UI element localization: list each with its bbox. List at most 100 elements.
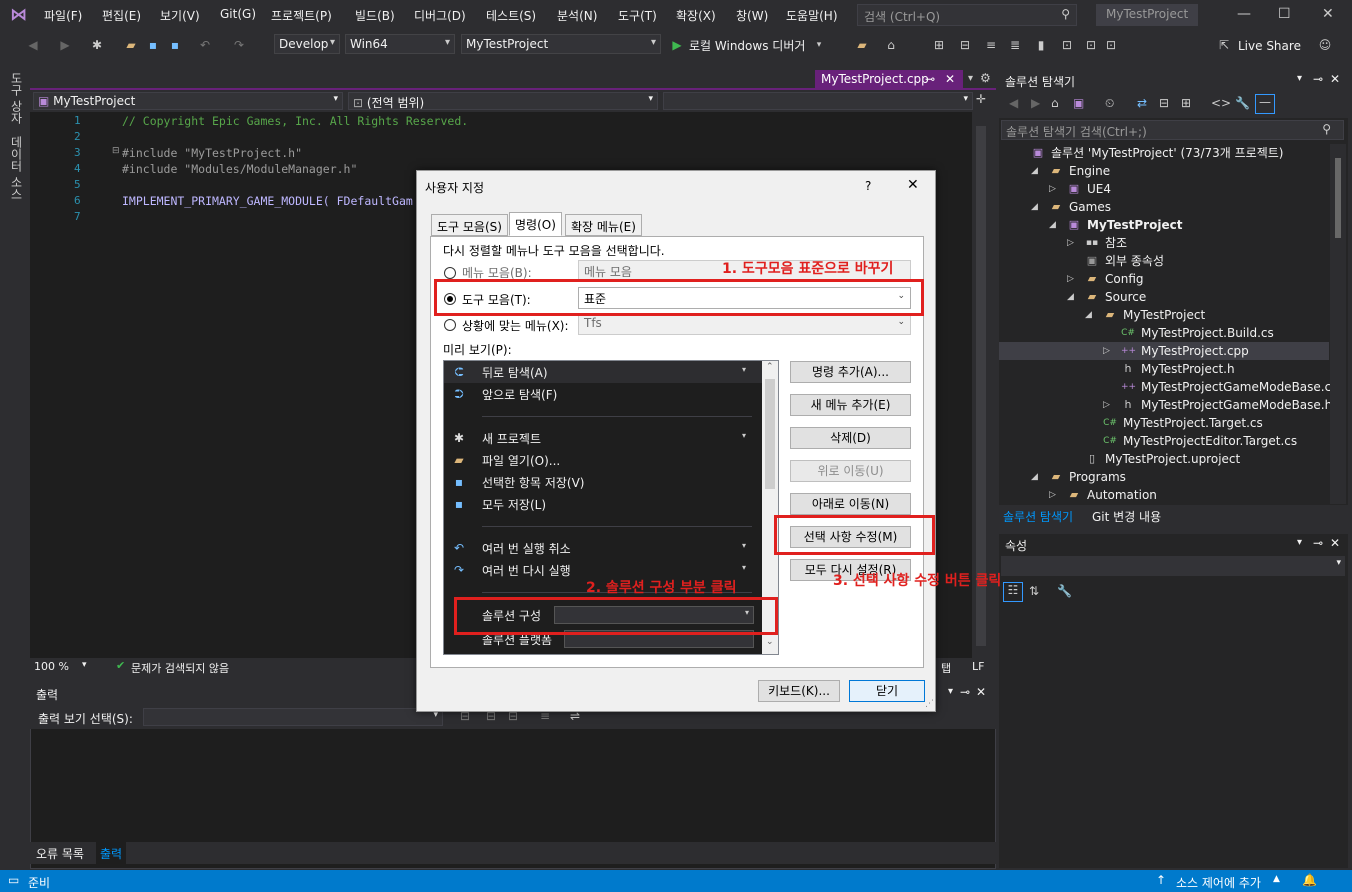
tree-item[interactable]: ◢ ▰ Programs bbox=[999, 468, 1329, 486]
output-source-select[interactable]: ▾ bbox=[143, 708, 443, 726]
expanded-arrow-icon[interactable]: ◢ bbox=[1031, 468, 1041, 486]
new-project-icon[interactable]: ✱ bbox=[90, 38, 104, 52]
tree-item[interactable]: ▷ ▪▪ 참조 bbox=[999, 234, 1329, 252]
tree-item[interactable]: ◢ ▰ Source bbox=[999, 288, 1329, 306]
pin-icon[interactable]: ⊸ bbox=[1313, 536, 1323, 550]
menu-item[interactable]: 파일(F) bbox=[44, 7, 82, 24]
close-dialog-icon[interactable]: ✕ bbox=[907, 177, 919, 193]
platform-select[interactable]: Win64 ▾ bbox=[345, 34, 455, 54]
tree-item[interactable]: ◢ ▰ Games bbox=[999, 198, 1329, 216]
resize-grip-icon[interactable]: ⋰ bbox=[925, 699, 934, 709]
preview-item[interactable]: ▰ 파일 열기(O)... bbox=[444, 449, 762, 471]
split-icon[interactable]: ✛ bbox=[976, 92, 986, 106]
code-line[interactable]: // Copyright Epic Games, Inc. All Rights… bbox=[122, 114, 468, 128]
toolbar-tool-icon[interactable]: ≣ bbox=[1008, 38, 1022, 52]
tree-item[interactable]: C# MyTestProject.Target.cs bbox=[999, 414, 1329, 432]
collapse-icon[interactable]: ⊟ bbox=[112, 146, 120, 156]
expanded-arrow-icon[interactable]: ◢ bbox=[1049, 216, 1059, 234]
move-up-button[interactable]: 위로 이동(U) bbox=[790, 460, 911, 482]
config-select[interactable]: Develop ▾ bbox=[274, 34, 340, 54]
expanded-arrow-icon[interactable]: ◢ bbox=[1031, 162, 1041, 180]
menu-item[interactable]: 보기(V) bbox=[160, 7, 200, 24]
gear-icon[interactable]: ⚙ bbox=[980, 71, 991, 85]
scope-nav-select[interactable]: ⊡ (전역 범위) ▾ bbox=[348, 92, 658, 110]
start-debug-button[interactable]: 로컬 Windows 디버거 bbox=[689, 37, 805, 54]
solution-scrollbar[interactable] bbox=[1330, 144, 1346, 504]
pin-icon[interactable]: ⊸ bbox=[1313, 72, 1323, 86]
menu-bar-radio[interactable] bbox=[444, 267, 456, 279]
notification-bell-icon[interactable]: 🔔 bbox=[1302, 873, 1317, 887]
history-icon[interactable]: ⏲ bbox=[1105, 96, 1114, 111]
switch-views-icon[interactable]: ▣ bbox=[1073, 96, 1084, 110]
save-icon[interactable]: ▪ bbox=[146, 38, 160, 52]
menu-item[interactable]: 프로젝트(P) bbox=[271, 7, 332, 24]
undo-icon[interactable]: ↶ bbox=[198, 38, 212, 52]
collapsed-arrow-icon[interactable]: ▷ bbox=[1049, 180, 1059, 198]
expanded-arrow-icon[interactable]: ◢ bbox=[1067, 288, 1077, 306]
pin-icon[interactable]: ⊸ bbox=[925, 72, 935, 86]
preview-item[interactable]: ⮈ 뒤로 탐색(A) ▾ bbox=[444, 361, 762, 383]
tree-item[interactable]: ◢ ▰ MyTestProject bbox=[999, 306, 1329, 324]
scroll-up-icon[interactable]: ⌃ bbox=[766, 362, 774, 372]
play-icon[interactable]: ▶ bbox=[670, 38, 684, 52]
preview-item[interactable]: ✱ 새 프로젝트 ▾ bbox=[444, 427, 762, 449]
tab-extension-menu[interactable]: 확장 메뉴(E) bbox=[565, 214, 642, 236]
tree-item[interactable]: ▯ MyTestProject.uproject bbox=[999, 450, 1329, 468]
context-menu-select[interactable]: Tfs ⌄ bbox=[578, 313, 911, 335]
collapsed-arrow-icon[interactable]: ▷ bbox=[1049, 486, 1059, 504]
close-button[interactable]: 닫기 bbox=[849, 680, 925, 702]
collapsed-arrow-icon[interactable]: ▷ bbox=[1103, 396, 1113, 414]
tab-commands[interactable]: 명령(O) bbox=[509, 212, 562, 236]
menu-item[interactable]: 도구(T) bbox=[618, 7, 657, 24]
code-view-icon[interactable]: <> bbox=[1211, 96, 1231, 110]
menu-item[interactable]: 디버그(D) bbox=[414, 7, 466, 24]
back-icon[interactable]: ◀ bbox=[1009, 96, 1018, 110]
toolbar-tool-icon[interactable]: ⊡ bbox=[1104, 38, 1118, 52]
move-down-button[interactable]: 아래로 이동(N) bbox=[790, 493, 911, 515]
toolbox-tab[interactable]: 도구 상자 bbox=[8, 72, 25, 124]
tree-item[interactable]: ▷ ++ MyTestProject.cpp bbox=[999, 342, 1329, 360]
menu-item[interactable]: 확장(X) bbox=[676, 7, 716, 24]
toolbar-tool-icon[interactable]: ⊡ bbox=[1060, 38, 1074, 52]
tab-output[interactable]: 출력 bbox=[96, 842, 127, 864]
toolbar-tool-icon[interactable]: ⊡ bbox=[1084, 38, 1098, 52]
close-icon[interactable]: ✕ bbox=[1330, 536, 1340, 550]
feedback-icon[interactable]: ☺ bbox=[1318, 38, 1332, 52]
menu-item[interactable]: 편집(E) bbox=[102, 7, 141, 24]
menu-item[interactable]: 테스트(S) bbox=[486, 7, 536, 24]
tab-dropdown-icon[interactable]: ▾ bbox=[968, 73, 973, 84]
collapsed-arrow-icon[interactable]: ▷ bbox=[1067, 270, 1077, 288]
close-tab-icon[interactable]: ✕ bbox=[945, 72, 955, 86]
project-nav-select[interactable]: ▣ MyTestProject ▾ bbox=[33, 92, 343, 110]
solution-search-input[interactable]: 솔루션 탐색기 검색(Ctrl+;) ⚲ bbox=[1001, 120, 1344, 140]
context-menu-radio[interactable] bbox=[444, 319, 456, 331]
chevron-down-icon[interactable]: ▾ bbox=[948, 686, 953, 697]
open-file-icon[interactable]: ▰ bbox=[124, 38, 138, 52]
zoom-level[interactable]: 100 % bbox=[34, 660, 69, 673]
sync-icon[interactable]: ⇄ bbox=[1137, 96, 1147, 110]
tree-item[interactable]: ▣ 솔루션 'MyTestProject' (73/73개 프로젝트) bbox=[999, 144, 1329, 162]
toolbar-tool-icon[interactable]: ▰ bbox=[855, 38, 869, 52]
line-ending-status[interactable]: LF bbox=[972, 660, 984, 673]
expanded-arrow-icon[interactable]: ◢ bbox=[1031, 198, 1041, 216]
toolbar-tool-icon[interactable]: ⌂ bbox=[884, 38, 898, 52]
live-share-button[interactable]: Live Share bbox=[1238, 39, 1301, 53]
menu-item[interactable]: 빌드(B) bbox=[355, 7, 395, 24]
categorized-icon[interactable]: ☷ bbox=[1003, 582, 1023, 602]
nav-back-icon[interactable]: ◀ bbox=[26, 38, 40, 52]
maximize-icon[interactable]: ☐ bbox=[1278, 6, 1291, 22]
close-icon[interactable]: ✕ bbox=[1330, 72, 1340, 86]
show-all-files-icon[interactable]: ⊞ bbox=[1181, 96, 1191, 110]
tree-item[interactable]: ▷ h MyTestProjectGameModeBase.h bbox=[999, 396, 1332, 414]
redo-icon[interactable]: ↷ bbox=[232, 38, 246, 52]
toolbar-tool-icon[interactable]: ⊞ bbox=[932, 38, 946, 52]
forward-icon[interactable]: ▶ bbox=[1031, 96, 1040, 110]
tree-item[interactable]: ▷ ▰ Automation bbox=[999, 486, 1329, 504]
menu-item[interactable]: Git(G) bbox=[220, 7, 256, 21]
code-line[interactable]: IMPLEMENT_PRIMARY_GAME_MODULE( FDefaultG… bbox=[122, 194, 413, 208]
preview-item[interactable]: ▪ 선택한 항목 저장(V) bbox=[444, 471, 762, 493]
add-command-button[interactable]: 명령 추가(A)... bbox=[790, 361, 911, 383]
tree-item[interactable]: ◢ ▣ MyTestProject bbox=[999, 216, 1329, 234]
code-line[interactable]: #include "MyTestProject.h" bbox=[122, 146, 302, 160]
toolbar-tool-icon[interactable]: ≡ bbox=[984, 38, 998, 52]
